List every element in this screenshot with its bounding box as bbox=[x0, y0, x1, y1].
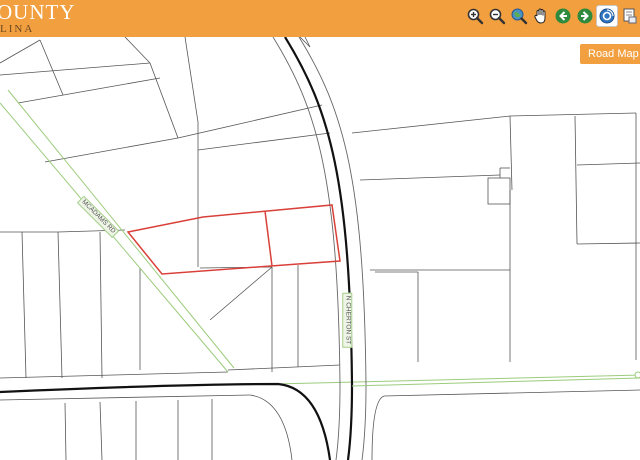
zoom-in-button[interactable] bbox=[464, 5, 486, 27]
globe-icon bbox=[511, 8, 528, 25]
print-button[interactable] bbox=[618, 5, 640, 27]
main-road bbox=[0, 37, 640, 460]
selected-parcel[interactable] bbox=[126, 204, 341, 275]
pan-button[interactable] bbox=[530, 5, 552, 27]
road-label-cherton: N CHERTON ST bbox=[342, 292, 353, 348]
county-logo: OUNTY LINA bbox=[0, 2, 76, 35]
forward-arrow-icon bbox=[577, 8, 593, 24]
next-extent-button[interactable] bbox=[574, 5, 596, 27]
identify-icon bbox=[599, 8, 615, 24]
identify-button[interactable] bbox=[596, 5, 618, 27]
zoom-in-icon bbox=[467, 8, 484, 25]
logo-text-county: OUNTY bbox=[0, 0, 76, 24]
pan-hand-icon bbox=[534, 8, 546, 24]
print-icon bbox=[623, 8, 637, 24]
parcel-map[interactable] bbox=[0, 37, 640, 460]
previous-extent-button[interactable] bbox=[552, 5, 574, 27]
map-toolbar bbox=[464, 5, 640, 27]
full-extent-button[interactable] bbox=[508, 5, 530, 27]
parcel-lines bbox=[0, 37, 640, 460]
app-header: OUNTY LINA bbox=[0, 0, 640, 37]
logo-text-state: LINA bbox=[0, 23, 35, 35]
zoom-out-button[interactable] bbox=[486, 5, 508, 27]
back-arrow-icon bbox=[555, 8, 571, 24]
zoom-out-icon bbox=[489, 8, 506, 25]
road-map-button[interactable]: Road Map bbox=[580, 44, 640, 64]
